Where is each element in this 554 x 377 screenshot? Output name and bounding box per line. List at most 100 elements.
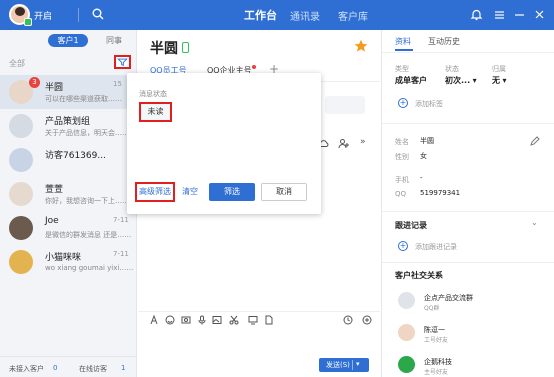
phone-label: 手机 <box>395 176 409 184</box>
nav-contacts[interactable]: 通讯录 <box>290 8 320 23</box>
divider <box>382 123 554 124</box>
phone-value: - <box>420 174 423 182</box>
name-label: 姓名 <box>395 138 409 146</box>
qq-value: 519979341 <box>420 189 461 197</box>
qq-label: QQ <box>395 190 407 198</box>
avatar <box>9 148 33 172</box>
add-follow-up-link[interactable]: 添加跟进记录 <box>415 242 457 252</box>
relation-type: 主号好友 <box>424 369 449 376</box>
edit-icon[interactable] <box>530 136 540 146</box>
gender-value: 女 <box>420 152 427 160</box>
type-value[interactable]: 成单客户 <box>395 75 427 86</box>
scissors-icon[interactable] <box>229 315 239 325</box>
top-bar: 开启 工作台 通讯录 客户库 <box>0 0 554 30</box>
filter-confirm-button[interactable]: 筛选 <box>209 183 255 201</box>
add-tag-link[interactable]: 添加标签 <box>415 99 443 109</box>
divider <box>382 211 554 212</box>
chevron-down-icon[interactable]: ⌄ <box>531 218 538 227</box>
menu-icon[interactable] <box>493 8 506 21</box>
avatar <box>9 114 33 138</box>
capture-icon[interactable] <box>181 315 191 325</box>
file-icon[interactable] <box>264 315 274 325</box>
message-status-label: 消息状态 <box>139 90 167 98</box>
not-joined-count[interactable]: 0 <box>53 364 57 372</box>
input-toolbar-divider <box>138 311 380 312</box>
owner-label: 归属 <box>492 65 506 73</box>
conversation-preview: 是微信的群发消息 还是…… <box>45 231 132 239</box>
send-button[interactable]: 发送(S) ▾ <box>319 358 369 372</box>
conversation-time: 15 <box>113 80 122 88</box>
screen-icon[interactable] <box>248 315 258 325</box>
tab-profile[interactable]: 资料 <box>395 36 413 51</box>
conversation-time: 7-11 <box>113 250 129 258</box>
owner-value[interactable]: 无 ▾ <box>492 75 507 86</box>
filter-icon <box>117 58 128 67</box>
type-label: 类型 <box>395 65 409 73</box>
emoji-icon[interactable] <box>165 315 175 325</box>
search-icon[interactable] <box>92 8 104 20</box>
owner-value-text: 无 <box>492 76 500 85</box>
relation-name: 企鹅科技 <box>424 358 452 366</box>
tab-colleagues[interactable]: 同事 <box>106 35 122 46</box>
clear-button[interactable]: 清空 <box>182 186 198 197</box>
online-visitors-count[interactable]: 1 <box>121 364 125 372</box>
star-icon[interactable] <box>354 39 368 53</box>
message-bubble <box>325 96 365 114</box>
conversation-item[interactable]: 产品策划组 关于产品信息，明天会…… <box>0 109 137 143</box>
divider <box>382 262 554 263</box>
cancel-button[interactable]: 取消 <box>261 183 307 201</box>
not-joined-label: 未接入客户 <box>9 365 44 373</box>
unread-dot <box>251 65 256 69</box>
bell-icon[interactable] <box>470 8 483 21</box>
avatar <box>9 216 33 240</box>
status-toggle[interactable]: 开启 <box>34 9 52 22</box>
image-icon[interactable] <box>212 315 222 325</box>
nav-customer-library[interactable]: 客户库 <box>338 8 368 23</box>
microphone-icon[interactable] <box>197 315 207 325</box>
customer-profile-panel: 资料 互动历史 类型 成单客户 状态 初次... ▾ 归属 无 ▾ + 添加标签… <box>381 30 554 377</box>
relation-type: 工号好友 <box>424 337 449 344</box>
conversation-name: 小猫咪咪 <box>45 253 82 263</box>
history-icon[interactable] <box>343 315 353 325</box>
filter-all-label[interactable]: 全部 <box>9 58 25 69</box>
advanced-filter-link[interactable]: 高级筛选 <box>135 182 175 202</box>
more-icon[interactable]: » <box>360 137 366 147</box>
conversation-name: 半圆 <box>45 83 64 93</box>
chevron-down-icon[interactable]: ▾ <box>356 360 360 368</box>
filter-button[interactable] <box>114 55 131 69</box>
online-status-icon <box>24 18 32 26</box>
conversation-item[interactable]: Joe 是微信的群发消息 还是…… 7-11 <box>0 211 137 245</box>
type-value-text: 成单客户 <box>395 76 427 85</box>
status-value-text: 初次... <box>445 76 471 85</box>
conversation-item[interactable]: 小猫咪咪 wo xiang goumai yixi…… 7-11 <box>0 245 137 279</box>
name-value: 半圆 <box>420 137 434 145</box>
follow-up-title: 跟进记录 <box>395 221 427 230</box>
divider <box>352 360 353 370</box>
gender-label: 性别 <box>395 153 409 161</box>
tab-customers[interactable]: 客户1 <box>48 34 88 47</box>
add-tag-icon[interactable]: + <box>398 98 408 108</box>
conversation-item[interactable]: 萱萱 你好，我想咨询一下上…… <box>0 177 137 211</box>
conversation-name: 萱萱 <box>45 185 64 195</box>
conversation-preview: 关于产品信息，明天会…… <box>45 129 129 137</box>
tab-interaction-history[interactable]: 互动历史 <box>428 36 460 47</box>
avatar <box>398 356 415 373</box>
add-user-icon[interactable] <box>338 138 349 149</box>
nav-workbench[interactable]: 工作台 <box>244 7 277 23</box>
conversation-item[interactable]: 半圆 可以在哪些渠道获取…… 15 3 <box>0 75 137 109</box>
unread-option[interactable]: 未读 <box>139 102 172 122</box>
social-relations-title: 客户社交关系 <box>395 271 443 280</box>
minimize-icon[interactable] <box>513 8 526 21</box>
divider <box>382 52 554 53</box>
conversation-preview: wo xiang goumai yixi…… <box>45 264 133 272</box>
relation-type: QQ群 <box>424 305 440 312</box>
conversation-name: 访客761369... <box>45 151 106 161</box>
conversation-preview: 可以在哪些渠道获取…… <box>45 95 122 103</box>
add-icon[interactable] <box>362 315 372 325</box>
close-icon[interactable] <box>533 8 546 21</box>
status-value[interactable]: 初次... ▾ <box>445 75 477 86</box>
font-icon[interactable] <box>149 315 159 325</box>
add-follow-up-icon[interactable]: + <box>398 241 408 251</box>
avatar <box>9 182 33 206</box>
conversation-item[interactable]: 访客761369... <box>0 143 137 177</box>
